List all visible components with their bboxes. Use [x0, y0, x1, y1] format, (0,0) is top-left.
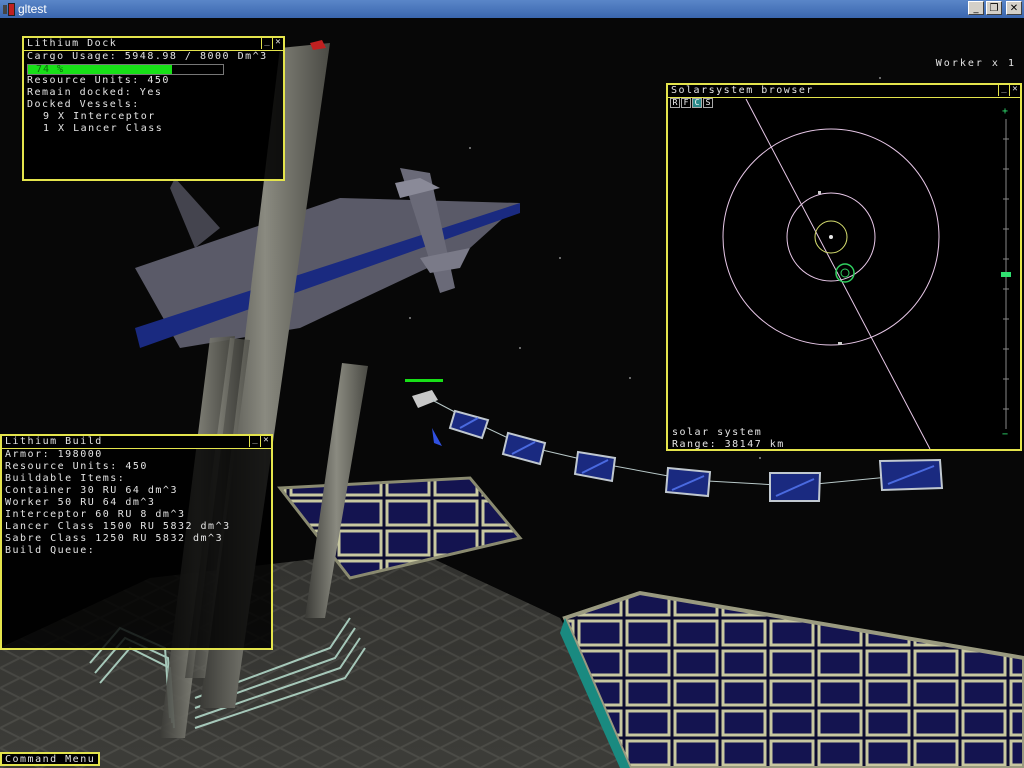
window-title-bar: gltest _ ❐ ✕ — [0, 0, 1024, 18]
docked-vessels-label: Docked Vessels: — [27, 99, 140, 110]
worker-count-label: Worker x 1 — [935, 58, 1016, 69]
zoom-out-button[interactable]: − — [1002, 429, 1008, 440]
maximize-button[interactable]: ❐ — [986, 1, 1002, 15]
buildable-item[interactable]: Sabre Class 1250 RU 5832 dm^3 — [5, 533, 268, 545]
cargo-usage-text: Cargo Usage: 5948.98 / 8000 Dm^3 — [27, 51, 268, 62]
zoom-slider[interactable]: + − — [1000, 106, 1012, 440]
buildable-item[interactable]: Container 30 RU 64 dm^3 — [5, 485, 268, 497]
browser-info: solar system Range: 38147 km — [672, 427, 785, 451]
solarsystem-browser-panel: Solarsystem browser _ ✕ R F C S + − sola… — [666, 83, 1022, 451]
docked-vessel-item[interactable]: 9 X Interceptor — [27, 111, 280, 123]
buildable-item[interactable]: Worker 50 RU 64 dm^3 — [5, 497, 268, 509]
window-controls: _ ❐ ✕ — [968, 1, 1022, 15]
solar-system-map[interactable] — [668, 85, 1020, 449]
zoom-slider-thumb[interactable] — [1001, 272, 1011, 277]
dock-panel-header[interactable]: Lithium Dock _ ✕ — [24, 38, 283, 51]
build-armor: Armor: 198000 — [5, 449, 103, 460]
zoom-in-button[interactable]: + — [1002, 106, 1008, 117]
browser-view-label: solar system — [672, 427, 763, 438]
app-icon — [3, 3, 15, 16]
command-menu-button[interactable]: Command Menu — [0, 752, 101, 766]
remain-docked-status: Remain docked: Yes — [27, 87, 163, 98]
build-panel-title: Lithium Build — [5, 436, 103, 447]
build-panel: Lithium Build _ ✕ Armor: 198000 Resource… — [0, 434, 273, 650]
cargo-progress-bar: 74 % — [27, 64, 224, 75]
dock-panel-title: Lithium Dock — [27, 38, 118, 49]
buildable-item[interactable]: Interceptor 60 RU 8 dm^3 — [5, 509, 268, 521]
cargo-percent-label: 74 % — [36, 64, 65, 75]
zoom-slider-track — [1001, 119, 1011, 429]
build-resource-units: Resource Units: 450 — [5, 461, 148, 472]
browser-range: Range: 38147 km — [672, 439, 785, 450]
minimize-button[interactable]: _ — [968, 1, 984, 15]
buildable-item[interactable]: Lancer Class 1500 RU 5832 dm^3 — [5, 521, 268, 533]
dock-close-button[interactable]: ✕ — [272, 38, 283, 49]
window-title: gltest — [18, 2, 47, 16]
close-button[interactable]: ✕ — [1006, 1, 1022, 15]
dock-panel: Lithium Dock _ ✕ Cargo Usage: 5948.98 / … — [22, 36, 285, 181]
dock-minimize-button[interactable]: _ — [261, 38, 272, 49]
buildable-items-label: Buildable Items: — [5, 473, 126, 484]
dock-resource-units: Resource Units: 450 — [27, 75, 170, 86]
build-panel-header[interactable]: Lithium Build _ ✕ — [2, 436, 271, 449]
build-queue-label: Build Queue: — [5, 545, 96, 556]
build-close-button[interactable]: ✕ — [260, 436, 271, 447]
docked-vessel-item[interactable]: 1 X Lancer Class — [27, 123, 280, 135]
build-minimize-button[interactable]: _ — [249, 436, 260, 447]
